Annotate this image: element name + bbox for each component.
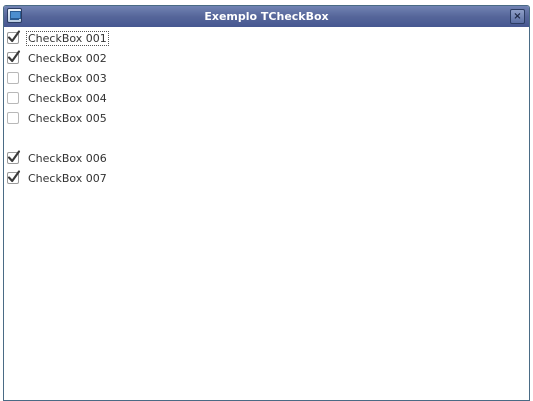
checkbox-006-box[interactable] <box>7 150 21 164</box>
checkbox-001-box[interactable] <box>7 30 21 44</box>
checkmark-icon <box>7 30 21 43</box>
checkbox-006-label[interactable]: CheckBox 006 <box>26 151 109 166</box>
checkbox-003-box[interactable] <box>7 72 19 84</box>
checkmark-icon <box>7 150 21 163</box>
checkbox-005[interactable]: CheckBox 005 <box>7 110 109 126</box>
checkbox-002[interactable]: CheckBox 002 <box>7 50 109 66</box>
checkbox-006[interactable]: CheckBox 006 <box>7 150 109 166</box>
main-window: Exemplo TCheckBox × CheckBox 001 CheckBo… <box>3 5 530 401</box>
checkbox-004-label[interactable]: CheckBox 004 <box>26 91 109 106</box>
checkbox-004[interactable]: CheckBox 004 <box>7 90 109 106</box>
checkbox-003[interactable]: CheckBox 003 <box>7 70 109 86</box>
checkbox-007-label[interactable]: CheckBox 007 <box>26 171 109 186</box>
close-button[interactable]: × <box>510 9 525 24</box>
window-title: Exemplo TCheckBox <box>204 10 329 23</box>
checkbox-002-box[interactable] <box>7 50 21 64</box>
checkbox-004-box[interactable] <box>7 92 19 104</box>
checkbox-007-box[interactable] <box>7 170 21 184</box>
checkmark-icon <box>7 50 21 63</box>
window-content: CheckBox 001 CheckBox 002 CheckBox 003 C… <box>4 27 529 400</box>
checkbox-005-label[interactable]: CheckBox 005 <box>26 111 109 126</box>
checkbox-003-label[interactable]: CheckBox 003 <box>26 71 109 86</box>
title-bar[interactable]: Exemplo TCheckBox × <box>4 6 529 27</box>
checkbox-007[interactable]: CheckBox 007 <box>7 170 109 186</box>
checkmark-icon <box>7 170 21 183</box>
checkbox-002-label[interactable]: CheckBox 002 <box>26 51 109 66</box>
checkbox-001-label[interactable]: CheckBox 001 <box>26 30 109 46</box>
checkbox-005-box[interactable] <box>7 112 19 124</box>
checkbox-001[interactable]: CheckBox 001 <box>7 30 109 46</box>
